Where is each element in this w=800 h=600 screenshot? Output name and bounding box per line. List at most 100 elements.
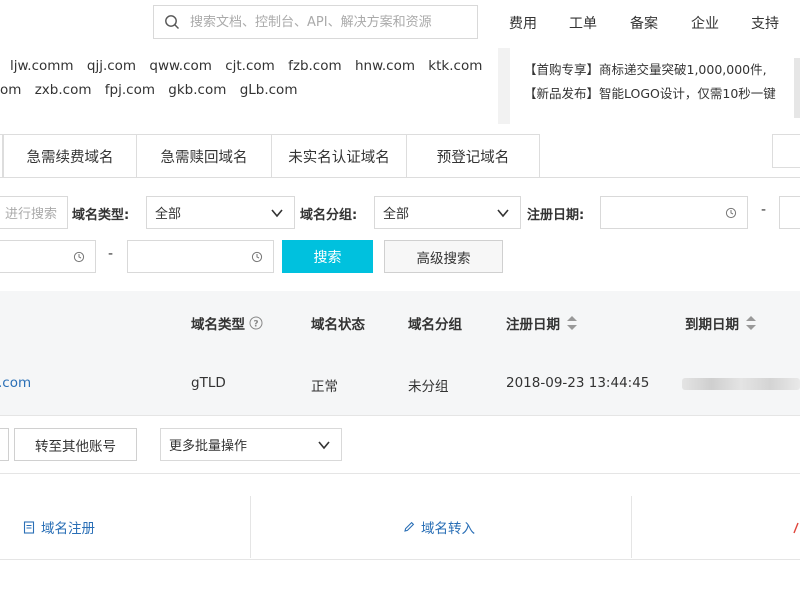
hot-domain[interactable]: zxb.com: [35, 82, 92, 98]
cell-domain-group: 未分组: [408, 379, 449, 395]
domain-group-label: 域名分组:: [300, 208, 358, 223]
domain-register-link[interactable]: 域名注册: [23, 517, 95, 537]
hot-domain[interactable]: fpj.com: [105, 82, 155, 98]
reg-date-end[interactable]: [779, 196, 800, 229]
chevron-down-icon: [271, 209, 283, 218]
tab-label: 急需续费域名: [26, 150, 114, 166]
nav-billing[interactable]: 费用: [509, 13, 537, 33]
date-range-dash: -: [761, 202, 767, 218]
nav-enterprise[interactable]: 企业: [691, 13, 719, 33]
domain-transfer-in-link[interactable]: 域名转入: [403, 517, 475, 537]
search-input[interactable]: [188, 13, 468, 31]
document-icon: [23, 520, 35, 534]
pencil-icon: [404, 521, 415, 532]
hot-domains-row-1: ljw.comm qjj.com qww.com cjt.com fzb.com…: [10, 58, 491, 74]
reg-date-label: 注册日期:: [527, 208, 585, 223]
section-divider: [0, 559, 800, 560]
top-bar: 费用 工单 备案 企业 支持: [0, 0, 800, 48]
tab-preregistered[interactable]: 预登记域名: [406, 134, 540, 178]
global-search[interactable]: [153, 5, 478, 39]
table-row: .com gTLD 正常 未分组 2018-09-23 13:44:45: [0, 353, 800, 415]
chevron-down-icon: [497, 209, 509, 218]
more-batch-value: 更多批量操作: [169, 439, 248, 454]
news-scrollbar[interactable]: [794, 58, 800, 118]
hot-domain[interactable]: fzb.com: [288, 58, 342, 74]
hot-domain[interactable]: gLb.com: [240, 82, 298, 98]
transfer-account-button[interactable]: 转至其他账号: [14, 428, 137, 461]
svg-text:?: ?: [253, 320, 258, 330]
col-domain-type: 域名类型 ?: [191, 313, 263, 333]
col-domain-group: 域名分组: [408, 313, 462, 333]
action-separator: [250, 496, 251, 558]
news-item[interactable]: 【新品发布】智能LOGO设计，仅需10秒一键: [524, 83, 776, 102]
row-divider: [0, 415, 800, 416]
advanced-search-button[interactable]: 高级搜索: [384, 240, 503, 273]
col-label: 域名状态: [311, 317, 365, 333]
hot-domain[interactable]: gkb.com: [168, 82, 226, 98]
tab-unverified[interactable]: 未实名认证域名: [271, 134, 407, 178]
tab-label: 预登记域名: [436, 150, 510, 166]
hot-domain[interactable]: cjt.com: [225, 58, 275, 74]
date-range-dash: -: [108, 246, 114, 262]
clock-icon: [251, 251, 263, 263]
arrow-icon: [793, 522, 799, 534]
advanced-search-label: 高级搜索: [416, 250, 471, 267]
news-panel: 【首购专享】商标递交量突破1,000,000件, 【新品发布】智能LOGO设计，…: [510, 48, 800, 124]
domain-group-select[interactable]: 全部: [374, 196, 521, 229]
domain-register-label: 域名注册: [41, 521, 95, 537]
clock-icon: [73, 251, 85, 263]
col-reg-date[interactable]: 注册日期: [506, 313, 578, 333]
action-icon-partial[interactable]: [792, 520, 800, 534]
cell-expire-date-blurred: [682, 378, 800, 390]
search-button-label: 搜索: [313, 249, 342, 266]
clock-icon: [725, 207, 737, 219]
nav-support[interactable]: 支持: [751, 13, 779, 33]
reg-date-start[interactable]: [600, 196, 748, 229]
tab-renew-urgent[interactable]: 急需续费域名: [3, 134, 137, 178]
col-expire-date[interactable]: 到期日期: [685, 313, 757, 333]
hot-domains-row-2: om zxb.com fpj.com gkb.com gLb.com: [0, 82, 306, 98]
nav-tickets[interactable]: 工单: [569, 13, 597, 33]
toolbar-right-button[interactable]: [772, 134, 800, 168]
tab-label: 未实名认证域名: [288, 150, 390, 166]
col-label: 域名分组: [408, 317, 462, 333]
cell-domain-status: 正常: [311, 379, 338, 395]
news-item[interactable]: 【首购专享】商标递交量突破1,000,000件,: [524, 59, 767, 78]
tab-label: 急需赎回域名: [160, 150, 248, 166]
hot-domain[interactable]: hnw.com: [355, 58, 415, 74]
cell-domain-type: gTLD: [191, 375, 226, 391]
tab-redeem-urgent[interactable]: 急需赎回域名: [136, 134, 272, 178]
hot-domain[interactable]: om: [0, 82, 21, 98]
domain-link[interactable]: .com: [0, 375, 31, 391]
col-label: 到期日期: [685, 317, 739, 333]
search-input-placeholder: 进行搜索: [5, 207, 58, 222]
hot-domain[interactable]: qjj.com: [87, 58, 136, 74]
more-batch-select[interactable]: 更多批量操作: [160, 428, 342, 461]
transfer-account-label: 转至其他账号: [35, 438, 116, 455]
expire-date-end[interactable]: [127, 240, 274, 273]
domain-type-label: 域名类型:: [72, 208, 130, 223]
sort-icon[interactable]: [745, 315, 757, 331]
hot-domain[interactable]: qww.com: [149, 58, 212, 74]
action-separator: [631, 496, 632, 558]
domain-transfer-in-label: 域名转入: [421, 521, 475, 537]
hot-domain[interactable]: ljw.comm: [10, 58, 74, 74]
sort-icon[interactable]: [566, 315, 578, 331]
section-divider: [0, 473, 800, 474]
help-icon[interactable]: ?: [249, 316, 263, 330]
nav-icp[interactable]: 备案: [630, 13, 658, 33]
table-header: 域名类型 ? 域名状态 域名分组 注册日期 到期日期: [0, 291, 800, 353]
hot-domain[interactable]: ktk.com: [428, 58, 482, 74]
search-button[interactable]: 搜索: [282, 240, 373, 273]
batch-button-edge[interactable]: [0, 428, 9, 461]
domain-type-value: 全部: [155, 207, 182, 222]
domain-type-select[interactable]: 全部: [146, 196, 295, 229]
col-domain-status: 域名状态: [311, 313, 365, 333]
domain-search-input[interactable]: 进行搜索: [0, 196, 68, 229]
col-label: 域名类型: [191, 317, 245, 333]
tab-divider: [0, 177, 800, 178]
banner-area: ljw.comm qjj.com qww.com cjt.com fzb.com…: [0, 48, 800, 124]
cell-reg-date: 2018-09-23 13:44:45: [506, 375, 650, 391]
search-icon: [165, 15, 179, 29]
expire-date-start[interactable]: [0, 240, 96, 273]
